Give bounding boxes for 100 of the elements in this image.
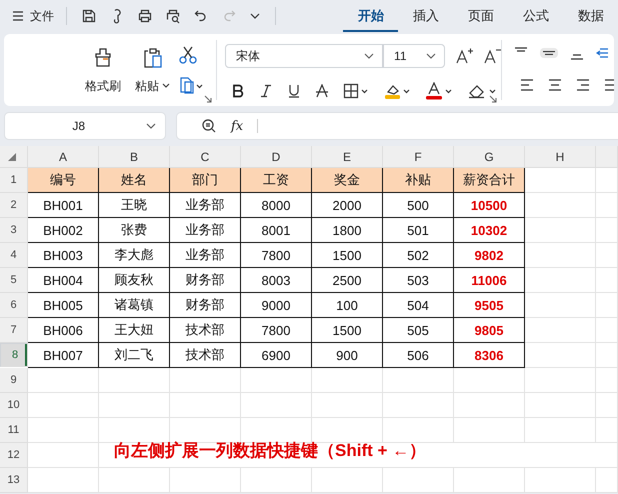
empty-cell[interactable] [383, 418, 454, 443]
empty-cell[interactable] [454, 393, 525, 418]
row-header[interactable]: 2 [0, 193, 28, 218]
row-header[interactable]: 10 [0, 393, 28, 418]
empty-cell[interactable] [596, 468, 618, 493]
font-color-icon[interactable] [425, 82, 454, 100]
empty-cell[interactable] [525, 418, 596, 443]
row-header[interactable]: 13 [0, 468, 28, 493]
ribbon-tab[interactable]: 插入 [398, 0, 453, 32]
italic-icon[interactable] [259, 84, 274, 98]
print-preview-icon[interactable] [165, 8, 181, 24]
empty-cell[interactable] [99, 468, 170, 493]
empty-cell[interactable] [596, 218, 618, 243]
empty-cell[interactable] [525, 393, 596, 418]
font-size-select[interactable]: 11 [383, 44, 446, 68]
dialog-launcher-icon[interactable] [489, 95, 498, 103]
ribbon-tab[interactable]: 数据 [563, 0, 618, 32]
strikethrough-icon[interactable] [315, 84, 330, 98]
empty-cell[interactable] [596, 393, 618, 418]
borders-icon[interactable] [343, 83, 370, 99]
copy-icon[interactable] [178, 75, 204, 95]
empty-cell[interactable] [241, 418, 312, 443]
empty-cell[interactable] [454, 418, 525, 443]
empty-cell[interactable] [525, 468, 596, 493]
file-menu[interactable]: 文件 [8, 4, 58, 28]
formula-field[interactable]: fx [176, 112, 618, 140]
empty-cell[interactable] [596, 293, 618, 318]
format-painter-button[interactable]: 格式刷 [83, 44, 124, 96]
empty-cell[interactable] [525, 243, 596, 268]
empty-cell[interactable] [454, 368, 525, 393]
empty-cell[interactable] [99, 393, 170, 418]
select-all-icon[interactable] [8, 153, 16, 161]
ribbon-tab[interactable]: 页面 [453, 0, 508, 32]
row-header[interactable]: 9 [0, 368, 28, 393]
menu-icon[interactable] [12, 10, 24, 22]
row-header[interactable]: 8 [0, 343, 28, 367]
column-header[interactable]: F [383, 146, 454, 168]
font-name-select[interactable]: 宋体 [225, 44, 384, 68]
eraser-icon[interactable] [467, 83, 498, 99]
empty-cell[interactable] [525, 218, 596, 243]
ribbon-tab[interactable]: 公式 [508, 0, 563, 32]
empty-cell[interactable] [170, 393, 241, 418]
empty-cell[interactable] [596, 193, 618, 218]
column-header[interactable]: A [28, 146, 99, 168]
ribbon-tab[interactable]: 开始 [343, 0, 398, 32]
row-header[interactable]: 1 [0, 168, 28, 193]
row-header[interactable]: 7 [0, 318, 28, 343]
empty-cell[interactable] [525, 293, 596, 318]
empty-cell[interactable] [312, 368, 383, 393]
underline-icon[interactable] [287, 84, 302, 98]
column-header[interactable]: B [99, 146, 170, 168]
row-header[interactable]: 3 [0, 218, 28, 243]
column-header[interactable]: D [241, 146, 312, 168]
empty-cell[interactable] [596, 343, 618, 368]
empty-cell[interactable] [596, 268, 618, 293]
empty-cell[interactable] [241, 393, 312, 418]
column-header[interactable]: H [525, 146, 596, 168]
empty-cell[interactable] [99, 368, 170, 393]
dialog-launcher-icon[interactable] [204, 95, 212, 103]
column-header[interactable]: G [454, 146, 525, 168]
zoom-icon[interactable] [201, 118, 217, 134]
empty-cell[interactable] [525, 343, 596, 368]
empty-cell[interactable] [383, 468, 454, 493]
empty-cell[interactable] [383, 368, 454, 393]
row-header[interactable]: 12 [0, 443, 28, 468]
row-header[interactable]: 6 [0, 293, 28, 318]
empty-cell[interactable] [596, 243, 618, 268]
name-box[interactable]: J8 [4, 112, 166, 140]
empty-cell[interactable] [596, 318, 618, 343]
print-icon[interactable] [137, 8, 153, 24]
empty-cell[interactable] [312, 393, 383, 418]
function-label[interactable]: fx [231, 118, 244, 134]
empty-cell[interactable] [241, 368, 312, 393]
paste-button[interactable]: 粘贴 [133, 44, 172, 96]
empty-cell[interactable] [99, 418, 170, 443]
empty-cell[interactable] [454, 468, 525, 493]
column-header[interactable]: C [170, 146, 241, 168]
increase-font-icon[interactable] [455, 47, 474, 65]
empty-cell[interactable] [170, 468, 241, 493]
column-header[interactable] [596, 146, 618, 168]
decrease-font-icon[interactable] [483, 47, 502, 65]
empty-cell[interactable] [241, 468, 312, 493]
empty-cell[interactable] [525, 193, 596, 218]
row-header[interactable]: 4 [0, 243, 28, 268]
empty-cell[interactable] [170, 368, 241, 393]
save-icon[interactable] [81, 8, 97, 24]
empty-cell[interactable] [596, 368, 618, 393]
empty-cell[interactable] [525, 268, 596, 293]
row-header[interactable]: 5 [0, 268, 28, 293]
row-header[interactable]: 11 [0, 418, 28, 443]
empty-cell[interactable] [525, 318, 596, 343]
scissors-icon[interactable] [178, 45, 198, 65]
align-middle-button[interactable] [540, 48, 558, 58]
empty-cell[interactable] [383, 393, 454, 418]
empty-cell[interactable] [312, 418, 383, 443]
empty-cell[interactable] [170, 418, 241, 443]
empty-cell[interactable] [312, 468, 383, 493]
column-header[interactable]: E [312, 146, 383, 168]
bold-icon[interactable] [231, 84, 246, 98]
empty-cell[interactable] [596, 418, 618, 443]
